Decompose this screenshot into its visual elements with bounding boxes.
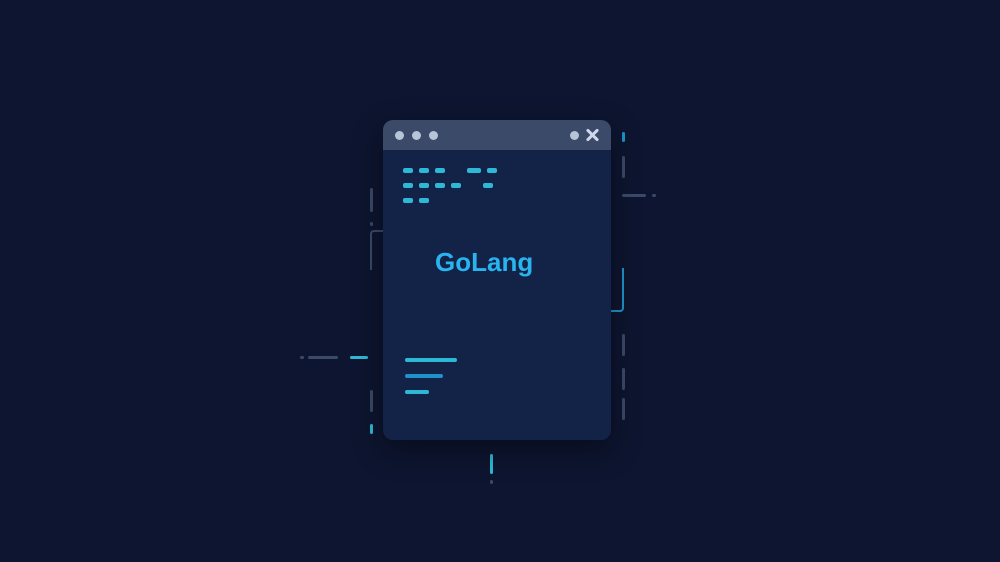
decoration-dash — [370, 424, 373, 434]
code-window: GoLang — [383, 120, 611, 440]
decoration-dash — [622, 398, 625, 420]
decoration-dot — [490, 480, 493, 484]
dot-icon — [412, 131, 421, 140]
dot-icon — [429, 131, 438, 140]
decoration-dash — [490, 454, 493, 474]
decoration-dash — [300, 356, 304, 359]
decoration-dash — [308, 356, 338, 359]
decoration-dash — [622, 334, 625, 356]
traffic-light-dots — [395, 131, 438, 140]
code-line — [403, 168, 591, 173]
close-icon — [585, 128, 599, 142]
decoration-dash — [350, 356, 368, 359]
code-line — [403, 198, 591, 203]
illustration-stage: GoLang — [0, 0, 1000, 562]
decoration-dash — [370, 188, 373, 212]
decoration-dash — [622, 368, 625, 390]
dot-icon — [395, 131, 404, 140]
language-label: GoLang — [435, 247, 591, 278]
decoration-dot — [370, 222, 373, 226]
code-line — [403, 183, 591, 188]
decoration-dash — [370, 390, 373, 412]
decoration-dash — [622, 194, 646, 197]
minimize-icon — [570, 131, 579, 140]
code-line — [405, 390, 429, 394]
code-line — [405, 374, 443, 378]
window-controls — [570, 128, 599, 142]
code-area: GoLang — [383, 150, 611, 440]
decoration-dot — [652, 194, 656, 197]
decoration-dash — [622, 156, 625, 178]
decoration-dash — [622, 132, 625, 142]
window-titlebar — [383, 120, 611, 150]
code-line — [405, 358, 457, 362]
footer-code-lines — [405, 358, 457, 406]
